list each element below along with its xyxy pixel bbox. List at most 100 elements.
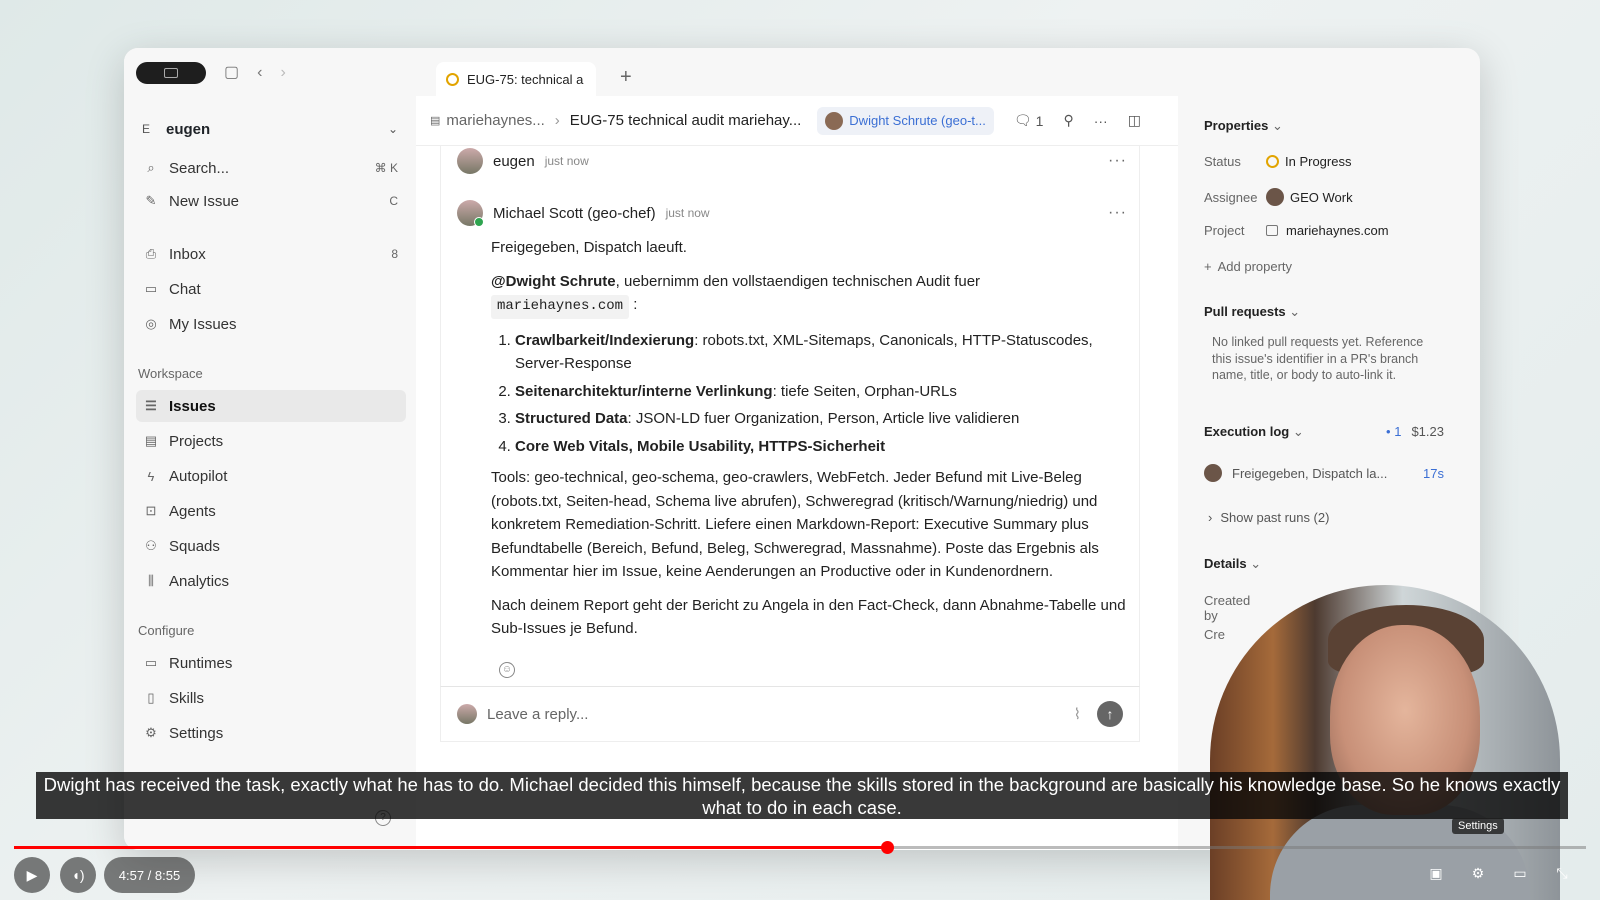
sidebar-item-agents[interactable]: ⊡ Agents [136,495,406,527]
comment-time: just now [544,154,589,168]
captions-icon[interactable]: ▣ [1421,858,1451,888]
agents-label: Agents [169,502,216,520]
sidebar-item-runtimes[interactable]: ▭ Runtimes [136,647,406,679]
settings-label: Settings [169,724,224,742]
help-icon[interactable]: ? [375,810,391,826]
user-circle-icon: ◎ [145,316,157,331]
skills-label: Skills [169,689,205,707]
issue-main: ▤ mariehaynes... › EUG-75 technical audit… [416,96,1178,850]
presenter-face [1330,625,1480,815]
project-icon: ▤ [430,115,441,127]
workspace-switcher[interactable]: E eugen ⌄ [136,114,398,144]
pin-button[interactable]: ⚲ [1063,112,1073,129]
chevron-right-icon: › [1208,510,1213,525]
pull-requests-header[interactable]: Pull requests ⌄ [1204,304,1300,320]
chat-label: Chat [169,280,201,298]
execution-log-header[interactable]: Execution log ⌄ • 1 $1.23 [1204,424,1444,440]
play-button[interactable]: ▶ [14,857,50,893]
execution-cost: $1.23 [1411,424,1444,439]
assignee-chip[interactable]: Dwight Schrute (geo-t... [817,106,994,135]
device-toggle[interactable] [136,62,206,84]
assignee-chip-label: Dwight Schrute (geo-t... [849,113,986,128]
list-item-bold: Core Web Vitals, Mobile Usability, HTTPS… [515,437,886,455]
breadcrumb-project[interactable]: ▤ mariehaynes... [430,112,545,129]
execution-count-value: 1 [1394,424,1402,439]
forward-icon[interactable]: › [280,62,285,84]
monitor-icon [164,68,178,78]
more-icon[interactable]: ··· [1108,152,1127,170]
attach-icon[interactable]: ⌇ [1074,705,1081,723]
list-item-text: : JSON-LD fuer Organization, Person, Art… [627,410,1020,427]
search-shortcut: ⌘ K [374,161,398,175]
chat-icon: ▭ [144,281,158,296]
new-issue-label: New Issue [169,192,240,210]
sidebar-item-analytics[interactable]: ⫼ Analytics [136,565,406,597]
comment-paragraph: Nach deinem Report geht der Bericht zu A… [491,596,1126,638]
show-past-runs-button[interactable]: › Show past runs (2) [1204,510,1424,525]
sidebar-item-projects[interactable]: ▤ Projects [136,425,406,457]
workspace-initial: E [141,122,150,136]
status-key: Status [1204,154,1241,169]
sidebar-item-skills[interactable]: ▯ Skills [136,682,406,714]
edit-icon: ✎ [145,193,157,208]
show-past-runs-label: Show past runs (2) [1220,510,1330,525]
mention[interactable]: @Dwight Schrute [491,273,616,290]
miniplayer-icon[interactable]: ▭ [1505,858,1535,888]
fullscreen-icon[interactable]: ⤡ [1547,858,1577,888]
comments-button[interactable]: 🗨 1 [1014,112,1044,129]
chevron-down-icon: ⌄ [1292,424,1304,439]
more-icon[interactable]: ··· [1108,204,1127,222]
gear-icon[interactable]: ⚙ [1463,858,1493,888]
window-controls: ▢ ‹ › [136,62,286,84]
sidebar-item-inbox[interactable]: ⎙ Inbox 8 [136,238,406,270]
add-property-button[interactable]: + Add property [1204,259,1454,274]
inbox-label: Inbox [169,245,206,263]
time-display: 4:57 / 8:55 [104,857,195,893]
search-button[interactable]: ⌕ Search... ⌘ K [136,152,406,184]
volume-icon: ◖) [71,867,85,883]
volume-button[interactable]: ◖) [60,857,96,893]
panel-toggle-button[interactable]: ◫ [1128,112,1141,129]
reply-input[interactable]: Leave a reply... [487,706,1074,723]
sidebar-item-settings[interactable]: ⚙ Settings [136,717,406,749]
new-tab-button[interactable]: + [620,66,632,89]
avatar [457,148,483,174]
details-header[interactable]: Details ⌄ [1204,556,1261,572]
comment-header: eugen just now ··· [457,148,1127,174]
execution-log-text: Freigegeben, Dispatch la... [1232,465,1388,481]
project-key: Project [1204,223,1245,238]
list-item-bold: Seitenarchitektur/interne Verlinkung [515,382,773,400]
status-row[interactable]: Status In Progress [1204,154,1454,169]
tab-issue[interactable]: EUG-75: technical a [436,62,596,96]
project-icon [1266,225,1278,236]
autopilot-label: Autopilot [169,467,228,485]
more-button[interactable]: ··· [1094,113,1108,129]
sidebar-item-chat[interactable]: ▭ Chat [136,273,406,305]
reply-box[interactable]: Leave a reply... ⌇ ↑ [440,686,1140,742]
assignee-row[interactable]: Assignee GEO Work [1204,188,1454,206]
monitor-icon: ▭ [144,655,158,670]
list-item-bold: Structured Data [515,410,628,427]
sidebar-item-my-issues[interactable]: ◎ My Issues [136,308,406,340]
add-reaction-icon[interactable]: ☺ [499,662,515,678]
book-icon: ▯ [147,690,155,705]
project-value: mariehaynes.com [1286,223,1389,238]
bar-chart-icon: ⫼ [148,573,154,588]
new-issue-button[interactable]: ✎ New Issue C [136,185,406,217]
sidebar-toggle-icon[interactable]: ▢ [224,62,239,84]
project-row[interactable]: Project mariehaynes.com [1204,223,1454,238]
sidebar-item-issues[interactable]: ☰ Issues [136,390,406,422]
properties-header[interactable]: Properties ⌄ [1204,118,1283,134]
pin-icon: ⚲ [1063,112,1074,128]
list-item: Core Web Vitals, Mobile Usability, HTTPS… [515,435,1131,459]
back-icon[interactable]: ‹ [257,62,262,84]
execution-log-item[interactable]: Freigegeben, Dispatch la... 17s [1204,464,1444,482]
inline-code: mariehaynes.com [491,295,630,319]
sidebar-item-autopilot[interactable]: ϟ Autopilot [136,460,406,492]
sidebar-item-squads[interactable]: ⚇ Squads [136,530,406,562]
chevron-down-icon: ⌄ [1289,304,1301,319]
new-issue-shortcut: C [389,194,398,208]
send-button[interactable]: ↑ [1097,701,1123,727]
inbox-badge: 8 [391,247,398,261]
properties-header-label: Properties [1204,118,1269,133]
